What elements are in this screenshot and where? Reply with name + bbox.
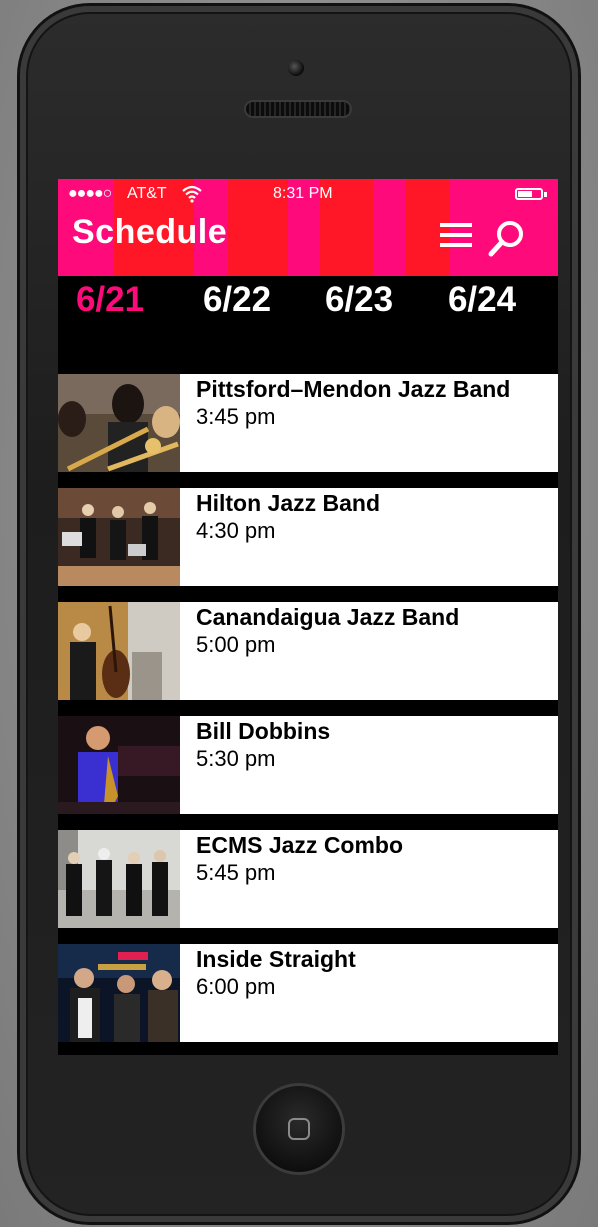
earpiece-speaker (246, 102, 350, 116)
page-title: Schedule (72, 213, 228, 251)
app-screen: ●●●●○ AT&T 8:31 PM Schedule 6/21 6/22 6/… (58, 179, 558, 1055)
band-thumbnail (58, 488, 180, 586)
wifi-icon (182, 185, 202, 203)
band-thumbnail (58, 374, 180, 472)
menu-icon[interactable] (440, 223, 472, 249)
date-tab-bar: 6/21 6/22 6/23 6/24 (58, 276, 558, 366)
band-thumbnail (58, 602, 180, 700)
band-time: 6:00 pm (196, 974, 276, 999)
status-bar: ●●●●○ AT&T 8:31 PM (58, 179, 558, 209)
band-name: Canandaigua Jazz Band (196, 604, 460, 630)
band-name: Pittsford–Mendon Jazz Band (196, 376, 511, 402)
band-thumbnail (58, 716, 180, 814)
front-camera (288, 60, 304, 76)
list-item[interactable]: Bill Dobbins 5:30 pm (58, 716, 558, 814)
tab-date-6-24[interactable]: 6/24 (427, 276, 537, 326)
home-square-icon (288, 1118, 310, 1140)
signal-strength-icon: ●●●●○ (68, 185, 112, 202)
band-time: 3:45 pm (196, 404, 276, 429)
status-time: 8:31 PM (273, 185, 333, 202)
band-name: Bill Dobbins (196, 718, 331, 744)
band-thumbnail (58, 944, 180, 1042)
band-thumbnail (58, 830, 180, 928)
carrier-name: AT&T (127, 185, 167, 202)
band-time: 5:00 pm (196, 632, 276, 657)
band-time: 4:30 pm (196, 518, 276, 543)
band-name: ECMS Jazz Combo (196, 832, 404, 858)
tab-date-6-22[interactable]: 6/22 (182, 276, 292, 326)
band-time: 5:45 pm (196, 860, 276, 885)
list-item[interactable]: Hilton Jazz Band 4:30 pm (58, 488, 558, 586)
battery-tip (544, 192, 547, 197)
band-time: 5:30 pm (196, 746, 276, 771)
list-item[interactable]: ECMS Jazz Combo 5:45 pm (58, 830, 558, 928)
tab-date-6-23[interactable]: 6/23 (304, 276, 414, 326)
band-name: Hilton Jazz Band (196, 490, 381, 516)
list-item[interactable]: Pittsford–Mendon Jazz Band 3:45 pm (58, 374, 558, 472)
list-item[interactable]: Inside Straight 6:00 pm (58, 944, 558, 1042)
list-item[interactable]: Canandaigua Jazz Band 5:00 pm (58, 602, 558, 700)
battery-icon (515, 188, 543, 200)
tab-date-6-21[interactable]: 6/21 (58, 276, 165, 326)
search-icon[interactable] (486, 219, 526, 259)
band-name: Inside Straight (196, 946, 356, 972)
app-header: ●●●●○ AT&T 8:31 PM Schedule (58, 179, 558, 276)
